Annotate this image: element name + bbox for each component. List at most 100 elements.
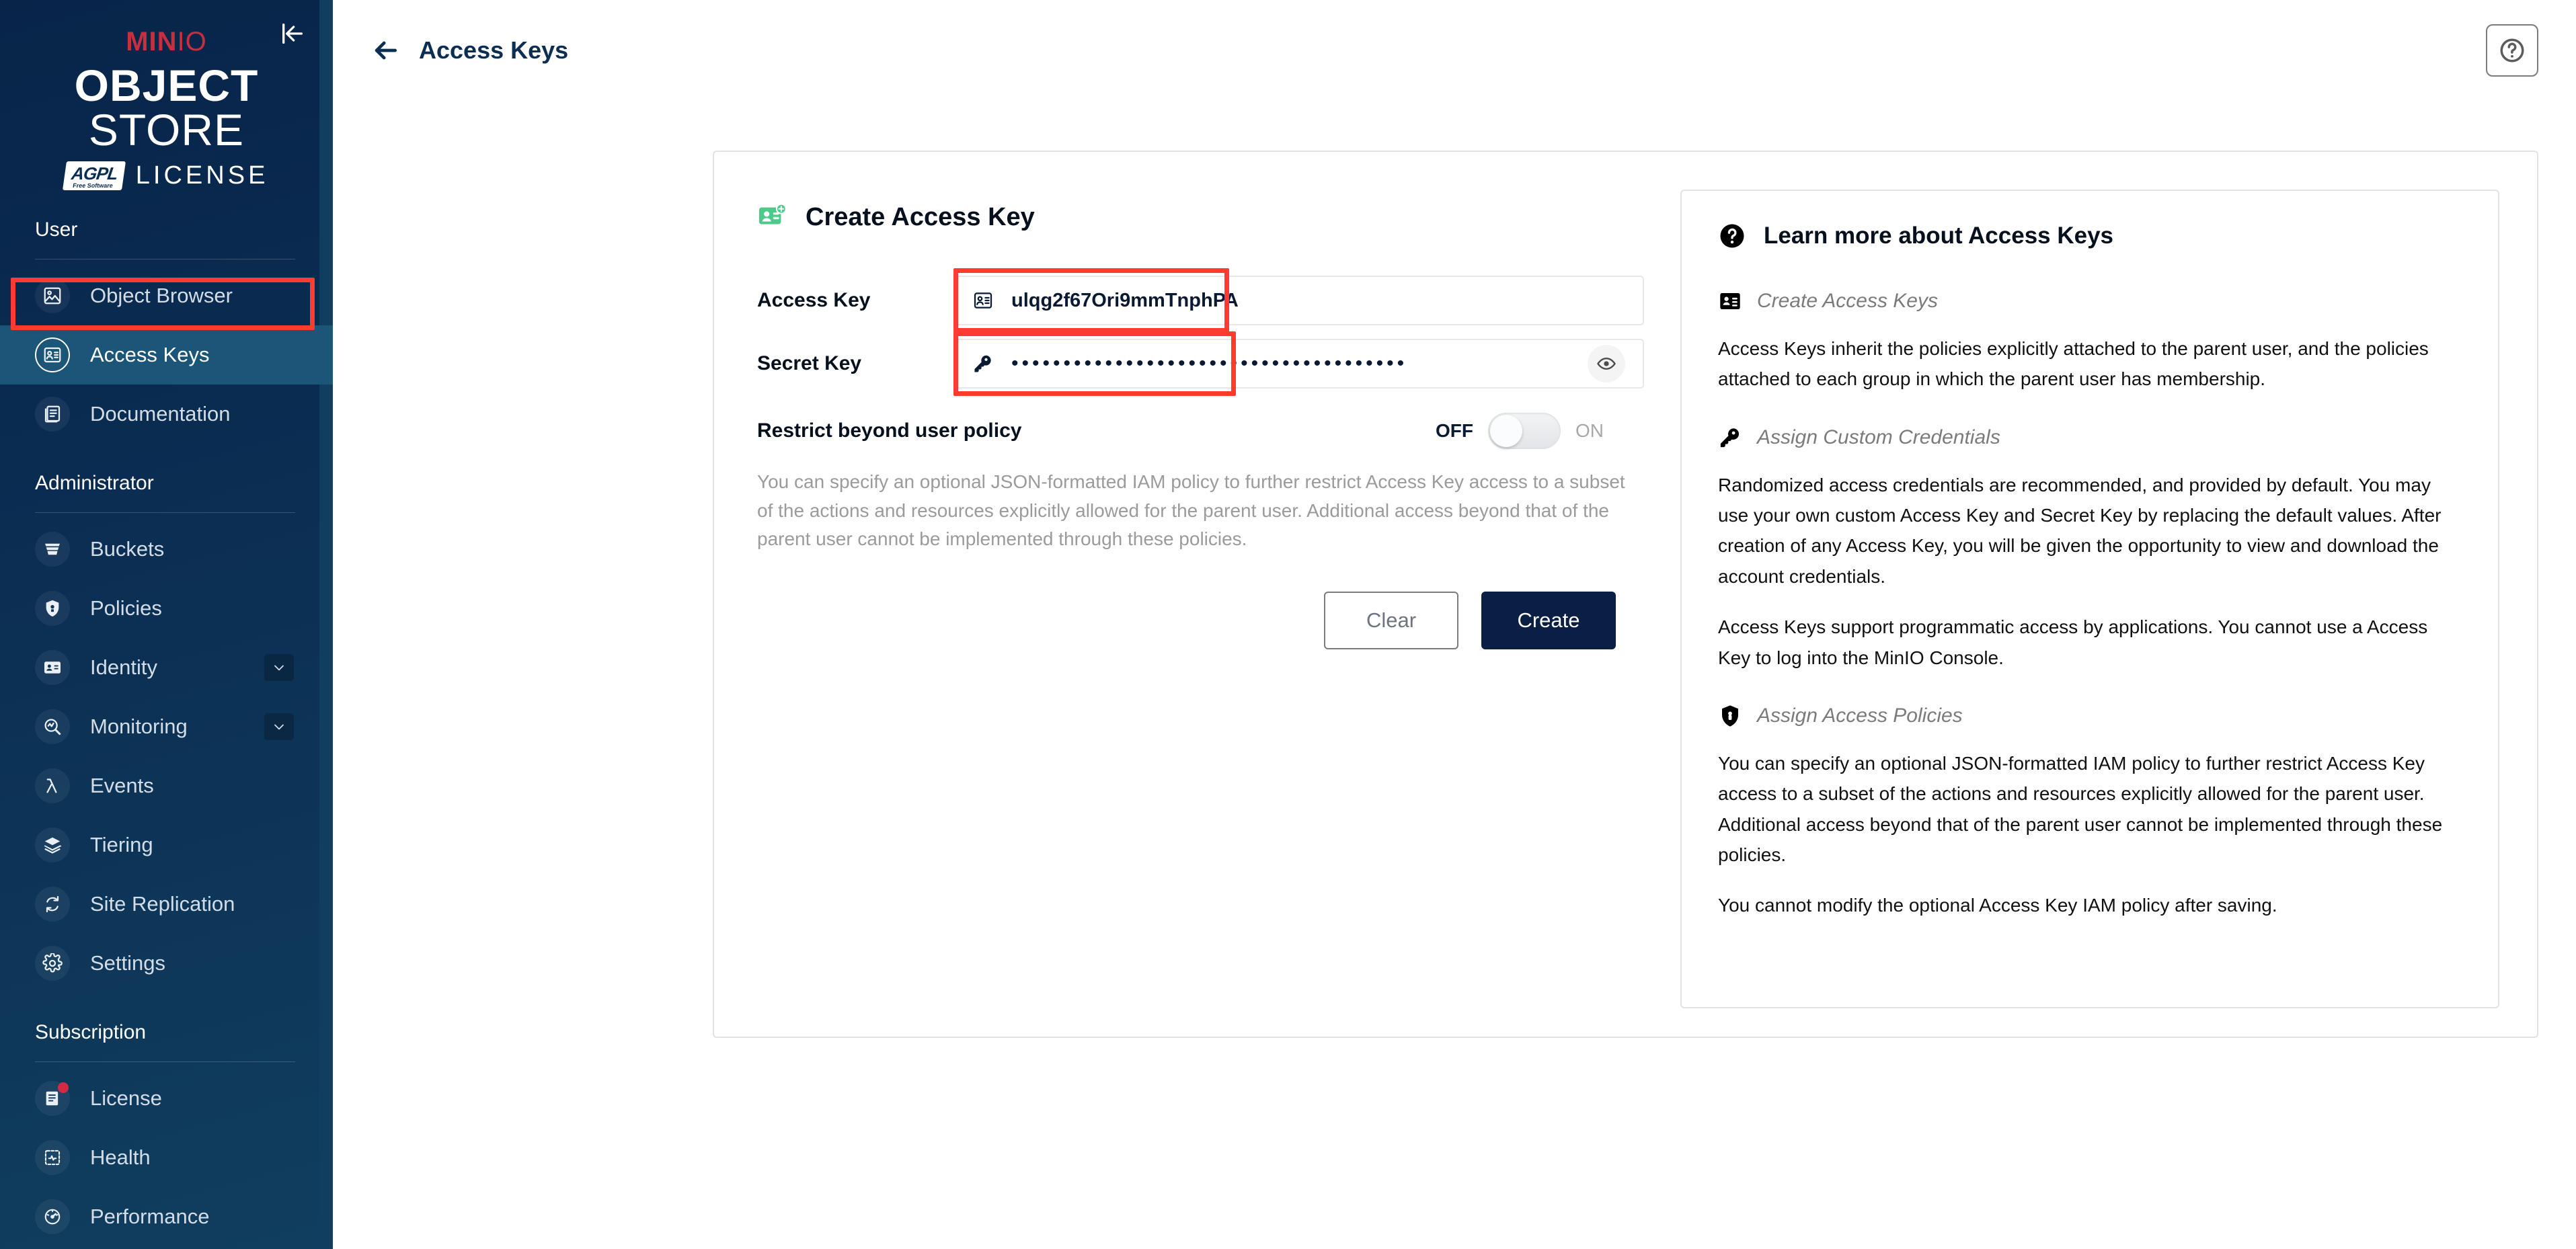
tiering-layers-icon: [35, 828, 70, 862]
restrict-policy-helper: You can specify an optional JSON-formatt…: [757, 471, 1625, 550]
license-notification-dot: [58, 1082, 69, 1093]
site-replication-icon: [35, 887, 70, 922]
info-section-title: Assign Custom Credentials: [1757, 426, 2000, 448]
main-area: Access Keys Create Access Key Access Key…: [333, 0, 2576, 1249]
info-section-header: Assign Custom Credentials: [1718, 426, 2462, 450]
sidebar-item-health[interactable]: Health: [0, 1128, 333, 1187]
sidebar-nav: User Object Browser Access Keys Documentati…: [0, 218, 333, 1249]
secret-key-input[interactable]: ••••••••••••••••••••••••••••••••••••••: [953, 339, 1644, 389]
access-key-label: Access Key: [757, 289, 871, 311]
card-heading: Create Access Key: [757, 202, 1644, 233]
agpl-subtext: Free Software: [72, 182, 114, 189]
sidebar-item-settings[interactable]: Settings: [0, 934, 333, 993]
page-title: Access Keys: [419, 36, 569, 64]
access-key-input[interactable]: ulqg2f67Ori9mmTnphPA: [953, 276, 1644, 325]
secret-key-value: ••••••••••••••••••••••••••••••••••••••: [1011, 354, 1408, 374]
sidebar-item-profile[interactable]: Profile: [0, 1246, 333, 1249]
switch-knob: [1490, 415, 1522, 447]
access-key-row: Access Key ulqg2f67Ori9mmTnphPA: [752, 268, 1644, 333]
sidebar-item-identity[interactable]: Identity: [0, 638, 333, 697]
sidebar-item-label: License: [90, 1086, 162, 1110]
help-circle-icon[interactable]: [2486, 24, 2538, 77]
sidebar-item-access-keys[interactable]: Access Keys: [0, 325, 333, 385]
sidebar-item-tiering[interactable]: Tiering: [0, 815, 333, 875]
sidebar-section-label-user: User: [35, 218, 78, 241]
health-icon: [35, 1140, 70, 1175]
sidebar-item-site-replication[interactable]: Site Replication: [0, 875, 333, 934]
restrict-policy-switch[interactable]: [1488, 413, 1561, 449]
agpl-badge: AGPL Free Software: [62, 161, 126, 190]
shield-lock-icon: [1718, 704, 1742, 728]
collapse-sidebar-icon[interactable]: [278, 19, 307, 48]
sidebar-item-buckets[interactable]: Buckets: [0, 520, 333, 579]
minio-io-text: IO: [177, 27, 207, 56]
object-text: OBJECT: [74, 61, 259, 110]
sidebar-item-label: Site Replication: [90, 892, 235, 916]
restrict-policy-label: Restrict beyond user policy: [757, 419, 1022, 442]
brand-logo: MINIO OBJECT STORE AGPL Free Software LI…: [0, 0, 333, 190]
sidebar-item-license[interactable]: License: [0, 1069, 333, 1128]
info-paragraph: Access Keys inherit the policies explici…: [1718, 338, 2429, 390]
restrict-policy-toggle-group[interactable]: OFF ON: [1436, 413, 1644, 449]
chevron-down-icon[interactable]: [264, 654, 294, 681]
sidebar-item-monitoring[interactable]: Monitoring: [0, 697, 333, 756]
object-store-wordmark: OBJECT STORE: [0, 63, 333, 152]
learn-more-header: Learn more about Access Keys: [1718, 222, 2462, 250]
buckets-icon: [35, 532, 70, 567]
sidebar-item-object-browser[interactable]: Object Browser: [0, 266, 333, 325]
card-title: Create Access Key: [806, 202, 1035, 231]
access-key-form: Create Access Key Access Key ulqg2f67Ori…: [752, 190, 1644, 999]
breadcrumb[interactable]: Access Keys: [370, 36, 568, 65]
id-card-icon: [972, 290, 994, 311]
policies-lock-icon: [35, 591, 70, 626]
license-doc-icon: [35, 1081, 70, 1116]
sidebar-divider: [35, 512, 295, 513]
sidebar-item-documentation[interactable]: Documentation: [0, 385, 333, 444]
minio-min-text: MIN: [126, 27, 178, 56]
secret-key-label: Secret Key: [757, 352, 862, 374]
help-filled-icon: [1718, 222, 1746, 250]
sidebar-item-label: Access Keys: [90, 343, 210, 366]
sidebar-item-label: Performance: [90, 1205, 210, 1228]
info-section-title: Assign Access Policies: [1757, 704, 1963, 727]
sidebar-item-label: Object Browser: [90, 284, 233, 307]
sidebar-item-label: Tiering: [90, 833, 153, 856]
learn-more-title: Learn more about Access Keys: [1764, 223, 2114, 249]
topbar: Access Keys: [333, 0, 2576, 101]
info-paragraph: You can specify an optional JSON-formatt…: [1718, 752, 2443, 865]
sidebar-item-label: Documentation: [90, 402, 231, 426]
id-card-icon: [1718, 289, 1742, 313]
eye-icon[interactable]: [1588, 345, 1625, 382]
create-access-key-icon: [757, 202, 788, 233]
info-paragraph: You cannot modify the optional Access Ke…: [1718, 895, 2277, 916]
license-row: AGPL Free Software LICENSE: [0, 161, 333, 190]
learn-more-sections: Create Access Keys Access Keys inherit th…: [1718, 289, 2462, 921]
sidebar-item-events[interactable]: Events: [0, 756, 333, 815]
access-keys-icon: [35, 337, 70, 372]
key-icon: [972, 353, 994, 374]
toggle-off-label: OFF: [1436, 420, 1473, 441]
back-arrow-icon[interactable]: [370, 36, 400, 65]
restrict-policy-row: Restrict beyond user policy OFF ON: [752, 413, 1644, 449]
chevron-down-icon[interactable]: [264, 713, 294, 740]
key-icon: [1718, 426, 1742, 450]
sidebar-item-label: Monitoring: [90, 715, 188, 738]
sidebar-item-label: Identity: [90, 655, 157, 679]
sidebar-divider: [35, 1061, 295, 1062]
sidebar-item-label: Health: [90, 1145, 151, 1169]
events-lambda-icon: [35, 768, 70, 803]
clear-button[interactable]: Clear: [1324, 591, 1458, 649]
secret-key-row: Secret Key •••••••••••••••••••••••••••••…: [752, 331, 1644, 396]
agpl-text: AGPL: [69, 163, 119, 184]
info-section-header: Create Access Keys: [1718, 289, 2462, 313]
performance-gauge-icon: [35, 1199, 70, 1234]
documentation-icon: [35, 397, 70, 432]
info-paragraph: Randomized access credentials are recomm…: [1718, 474, 2442, 587]
info-section-title: Create Access Keys: [1757, 290, 1938, 312]
sidebar-item-policies[interactable]: Policies: [0, 579, 333, 638]
sidebar: MINIO OBJECT STORE AGPL Free Software LI…: [0, 0, 333, 1249]
sidebar-section-label-administrator: Administrator: [35, 472, 154, 494]
create-button[interactable]: Create: [1481, 591, 1616, 649]
object-browser-icon: [35, 278, 70, 313]
sidebar-item-performance[interactable]: Performance: [0, 1187, 333, 1246]
